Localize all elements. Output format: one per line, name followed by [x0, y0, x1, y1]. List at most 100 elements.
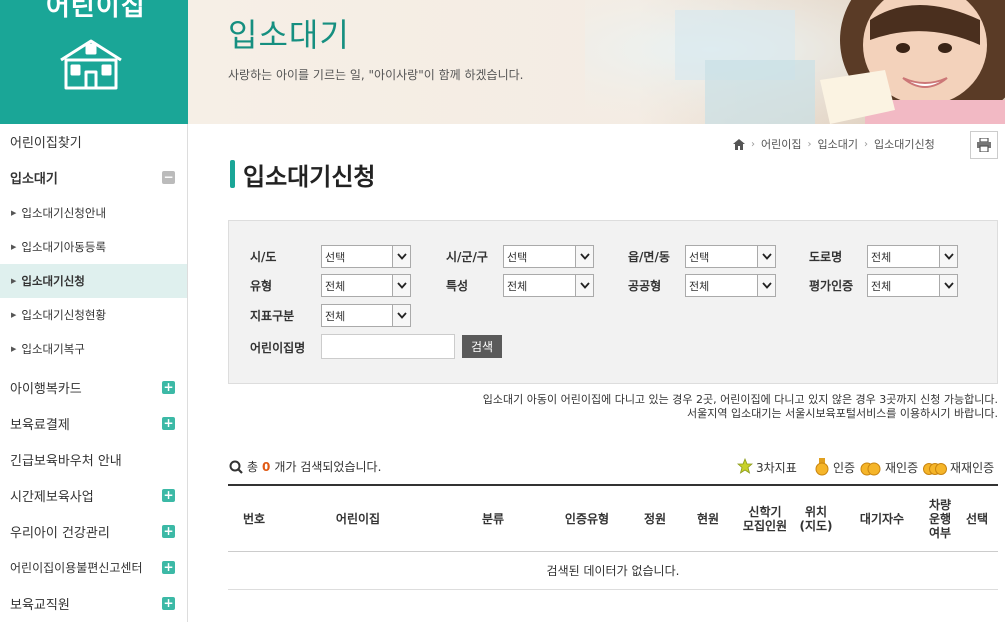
type-select[interactable]: 전체 — [321, 274, 411, 297]
chevron-down-icon — [392, 305, 410, 326]
column-header: 어린이집 — [335, 512, 381, 526]
site-logo[interactable]: 어린이집 — [0, 0, 188, 124]
chevron-right-icon: › — [807, 138, 812, 150]
notice-line: 서울지역 입소대기는 서울시보육포털서비스를 이용하시기 바랍니다. — [687, 407, 998, 420]
medal-icon — [815, 458, 829, 476]
search-button[interactable]: 검색 — [462, 335, 502, 358]
feature-select[interactable]: 전체 — [503, 274, 594, 297]
sidebar: 어린이집찾기 입소대기 − ▶ 입소대기신청안내 ▶ 입소대기아동등록 ▶ 입소… — [0, 124, 188, 622]
print-button[interactable] — [970, 131, 998, 159]
type-value: 전체 — [325, 279, 346, 293]
sidebar-item-label: 시간제보육사업 — [10, 489, 94, 505]
chevron-down-icon — [939, 246, 957, 267]
breadcrumb: › 어린이집 › 입소대기 › 입소대기신청 — [733, 136, 935, 152]
sidebar-item-label: 어린이집찾기 — [10, 135, 82, 151]
banner-title: 입소대기 — [228, 16, 350, 54]
chevron-right-icon: › — [751, 138, 755, 150]
legend-label: 인증 — [833, 460, 856, 475]
search-icon — [229, 460, 243, 474]
public-select[interactable]: 전체 — [685, 274, 776, 297]
bullet-icon: ▶ — [11, 209, 17, 217]
breadcrumb-item[interactable]: 입소대기 — [817, 136, 857, 152]
sigungu-value: 선택 — [507, 250, 528, 264]
sidebar-item-find-daycare[interactable]: 어린이집찾기 — [0, 124, 187, 159]
sidebar-item-hourly[interactable]: 시간제보육사업 + — [0, 478, 187, 513]
road-label: 도로명 — [809, 250, 843, 264]
sidebar-subitem-status[interactable]: ▶ 입소대기신청현황 — [0, 298, 187, 332]
legend-rerecert: 재재인증 — [923, 458, 994, 476]
chevron-down-icon — [939, 275, 957, 296]
chevron-down-icon — [392, 275, 410, 296]
chevron-down-icon — [575, 246, 593, 267]
expand-icon[interactable]: + — [162, 417, 175, 430]
index-select[interactable]: 전체 — [321, 304, 411, 327]
chevron-right-icon: › — [863, 138, 868, 150]
expand-icon[interactable]: + — [162, 597, 175, 610]
sidebar-subitem-label: 입소대기아동등록 — [21, 240, 107, 254]
sidebar-subitem-register[interactable]: ▶ 입소대기아동등록 — [0, 230, 187, 264]
result-count: 총 0 개가 검색되었습니다. — [229, 458, 381, 475]
eup-select[interactable]: 선택 — [685, 245, 776, 268]
sidebar-item-card[interactable]: 아이행복카드 + — [0, 370, 187, 405]
expand-icon[interactable]: + — [162, 561, 175, 574]
public-label: 공공형 — [628, 279, 662, 293]
expand-icon[interactable]: + — [162, 381, 175, 394]
index-label: 지표구분 — [250, 309, 295, 323]
eup-value: 선택 — [689, 250, 710, 264]
page-banner: 입소대기 사랑하는 아이를 기르는 일, "아이사랑"이 함께 하겠습니다. — [188, 0, 1005, 124]
column-header: 대기자수 — [859, 512, 905, 526]
column-header: 위치 (지도) — [799, 505, 833, 533]
child-photo — [585, 0, 1005, 124]
daycare-house-icon — [60, 39, 122, 90]
eup-label: 읍/면/동 — [628, 250, 670, 264]
sidebar-subitem-label: 입소대기신청 — [21, 274, 85, 288]
collapse-icon[interactable]: − — [162, 171, 175, 184]
sido-select[interactable]: 선택 — [321, 245, 411, 268]
count-suffix: 개가 검색되었습니다. — [274, 460, 382, 474]
sidebar-item-label: 보육교직원 — [10, 597, 70, 613]
sidebar-item-payment[interactable]: 보육료결제 + — [0, 406, 187, 441]
sido-label: 시/도 — [250, 250, 277, 264]
bullet-icon: ▶ — [11, 345, 17, 353]
double-medal-icon — [860, 462, 881, 476]
road-select[interactable]: 전체 — [867, 245, 958, 268]
sidebar-item-waiting[interactable]: 입소대기 − — [0, 160, 187, 195]
column-header: 선택 — [965, 512, 989, 526]
column-header: 분류 — [481, 512, 505, 526]
sidebar-item-health[interactable]: 우리아이 건강관리 + — [0, 514, 187, 549]
name-input[interactable] — [321, 334, 455, 359]
sidebar-subitem-apply[interactable]: ▶ 입소대기신청 — [0, 264, 187, 298]
sidebar-item-voucher[interactable]: 긴급보육바우처 안내 — [0, 442, 187, 477]
bullet-icon: ▶ — [11, 277, 17, 285]
sidebar-subitem-restore[interactable]: ▶ 입소대기복구 — [0, 332, 187, 366]
eval-label: 평가인증 — [809, 279, 854, 293]
page-title: 입소대기신청 — [230, 157, 375, 192]
sidebar-item-complaint[interactable]: 어린이집이용불편신고센터 + — [0, 550, 187, 585]
empty-message: 검색된 데이터가 없습니다. — [228, 552, 998, 590]
expand-icon[interactable]: + — [162, 525, 175, 538]
expand-icon[interactable]: + — [162, 489, 175, 502]
column-header: 신학기 모집인원 — [742, 505, 788, 533]
breadcrumb-item[interactable]: 어린이집 — [761, 136, 801, 152]
type-label: 유형 — [250, 279, 273, 293]
search-panel: 시/도 선택 시/군/구 선택 읍/면/동 선택 도로명 전체 유형 전체 특성… — [228, 220, 998, 384]
star-badge-icon — [737, 458, 753, 474]
chevron-down-icon — [757, 275, 775, 296]
breadcrumb-item[interactable]: 입소대기신청 — [874, 136, 935, 152]
legend-recert: 재인증 — [860, 458, 918, 476]
count-number: 0 — [262, 459, 271, 474]
bullet-icon: ▶ — [11, 243, 17, 251]
eval-select[interactable]: 전체 — [867, 274, 958, 297]
eval-value: 전체 — [871, 279, 892, 293]
sidebar-item-label: 어린이집이용불편신고센터 — [10, 560, 143, 575]
sigungu-select[interactable]: 선택 — [503, 245, 594, 268]
index-value: 전체 — [325, 309, 346, 323]
sidebar-item-staff[interactable]: 보육교직원 + — [0, 586, 187, 621]
column-header: 번호 — [242, 512, 266, 526]
logo-text: 어린이집 — [46, 0, 146, 22]
sidebar-subitem-guide[interactable]: ▶ 입소대기신청안내 — [0, 196, 187, 230]
home-icon[interactable] — [733, 138, 745, 150]
sidebar-item-label: 입소대기 — [10, 171, 58, 187]
chevron-down-icon — [392, 246, 410, 267]
sidebar-subitem-label: 입소대기복구 — [21, 342, 85, 356]
